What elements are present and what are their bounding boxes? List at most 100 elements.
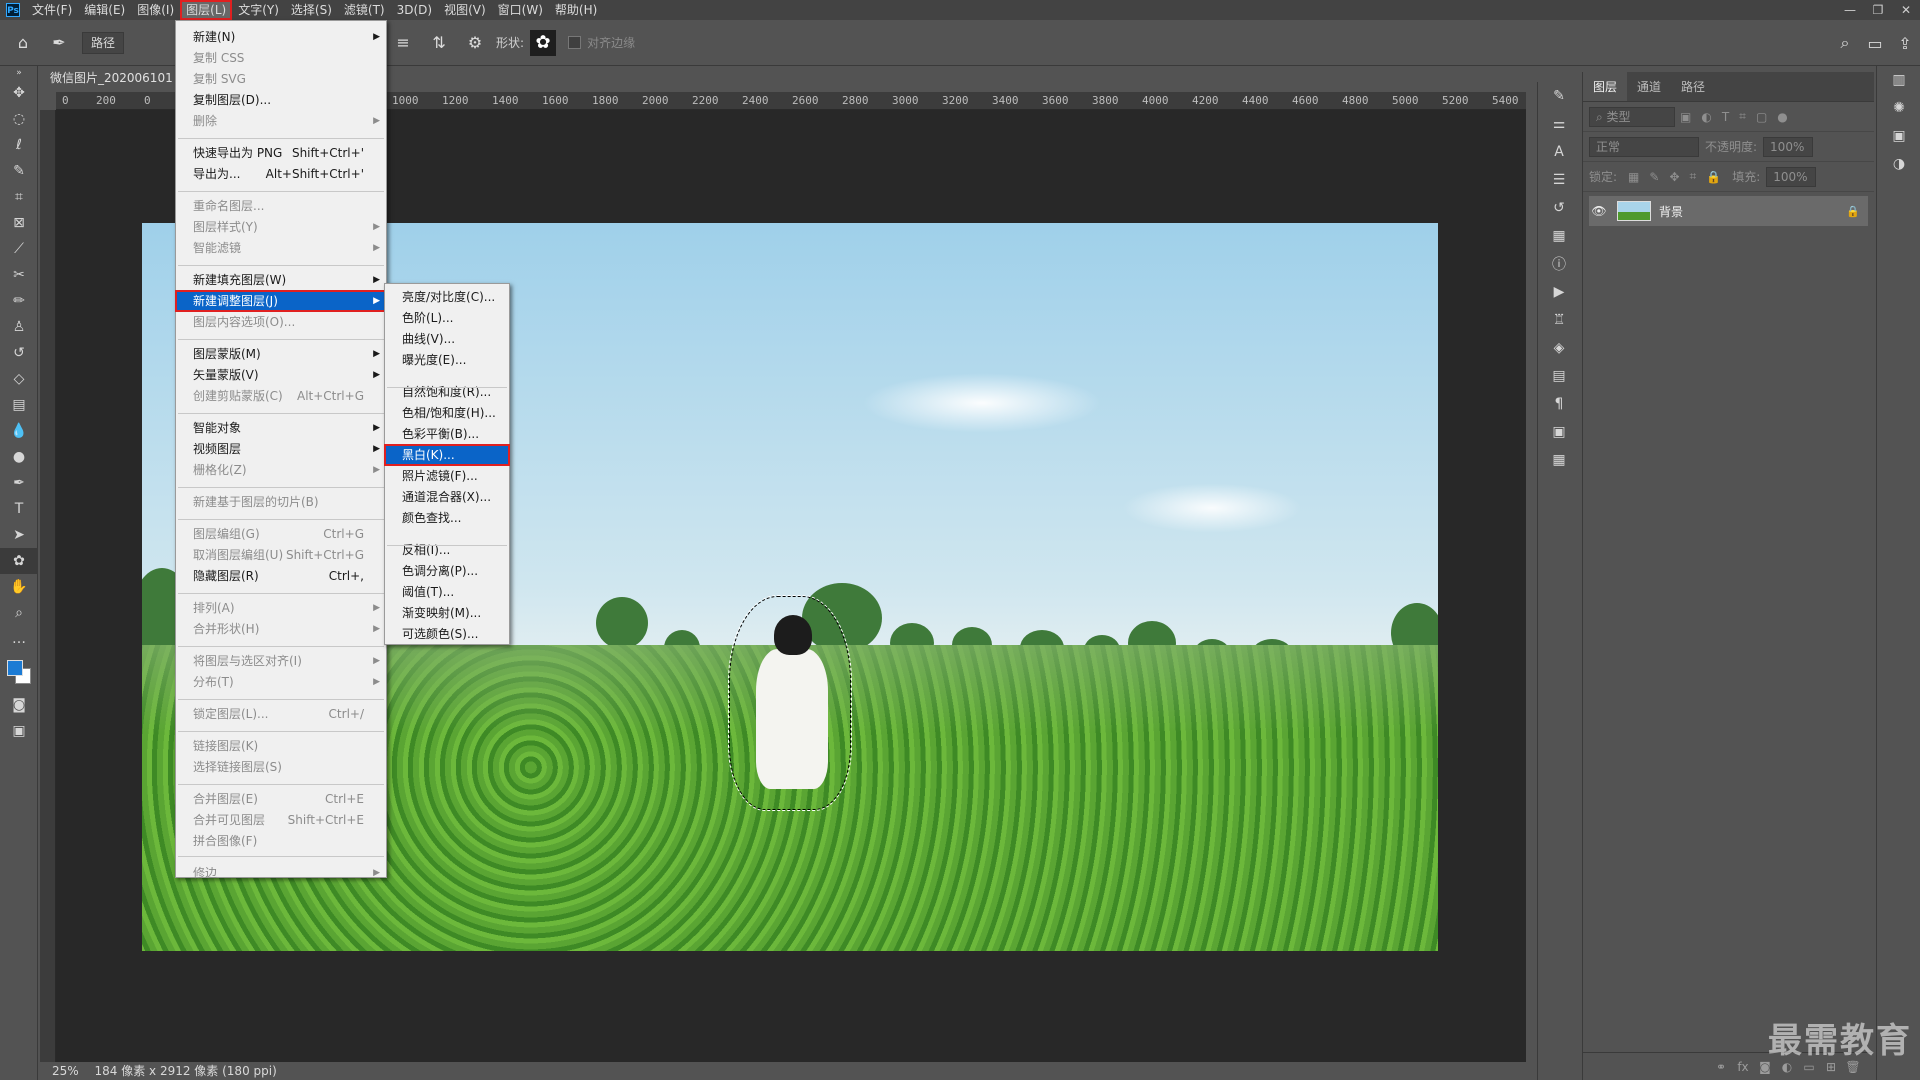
layer-menu-item[interactable]: 删除 ▶ (176, 111, 386, 131)
layer-menu-item[interactable]: 新建调整图层(J) ▶ (175, 290, 387, 312)
layer-menu-item[interactable]: 分布(T) ▶ (176, 672, 386, 692)
adjustment-menu-item[interactable]: 曝光度(E)... (385, 350, 509, 370)
layer-menu-item[interactable]: 排列(A) ▶ (176, 598, 386, 618)
layer-menu-item[interactable]: 智能滤镜 ▶ (176, 238, 386, 258)
gradient-tool-icon[interactable]: ▤ (0, 392, 38, 418)
pen-tool-preset-icon[interactable]: ✒ (46, 30, 72, 56)
menu-filter[interactable]: 滤镜(T) (338, 0, 391, 20)
layer-menu-item[interactable]: 图层编组(G) Ctrl+G (176, 524, 386, 544)
paragraph-icon[interactable]: ¶ (1538, 390, 1580, 418)
actions-icon[interactable]: ▶ (1538, 278, 1580, 306)
quick-mask-icon[interactable]: ◙ (0, 692, 38, 718)
layer-menu-item[interactable]: 取消图层编组(U) Shift+Ctrl+G (176, 545, 386, 565)
layer-menu-item[interactable]: 重命名图层... (176, 196, 386, 216)
menu-type[interactable]: 文字(Y) (232, 0, 285, 20)
adjustment-menu-item[interactable]: 亮度/对比度(C)... (385, 287, 509, 307)
menu-help[interactable]: 帮助(H) (549, 0, 603, 20)
path-alignment-icon[interactable]: ≡ (390, 30, 416, 56)
clone-source-icon[interactable]: ♖ (1538, 306, 1580, 334)
menu-view[interactable]: 视图(V) (438, 0, 492, 20)
layer-menu-item[interactable]: 创建剪贴蒙版(C) Alt+Ctrl+G (176, 386, 386, 406)
smart-object-filter-icon[interactable]: ▢ (1756, 110, 1767, 124)
close-button[interactable]: ✕ (1892, 0, 1920, 20)
info-icon[interactable]: ⓘ (1538, 250, 1580, 278)
lasso-tool-icon[interactable]: ℓ (0, 132, 38, 158)
layer-menu-item[interactable]: 复制 SVG (176, 69, 386, 89)
opacity-field[interactable]: 100% (1763, 136, 1814, 157)
lock-transparent-icon[interactable]: ▦ (1628, 170, 1639, 184)
move-tool-icon[interactable]: ✥ (0, 80, 38, 106)
learn-icon[interactable]: ▣ (1877, 122, 1920, 150)
adjustment-menu-item[interactable]: 颜色查找... (385, 508, 509, 528)
fx-icon[interactable]: fx (1732, 1060, 1754, 1074)
menu-3d[interactable]: 3D(D) (391, 0, 438, 20)
history-icon[interactable]: ↺ (1538, 194, 1580, 222)
blend-mode-select[interactable]: 正常 (1589, 136, 1699, 157)
brush-settings-icon[interactable]: ✎ (1538, 82, 1580, 110)
history-brush-tool-icon[interactable]: ↺ (0, 340, 38, 366)
layer-menu-item[interactable]: 新建基于图层的切片(B) (176, 492, 386, 512)
quick-select-tool-icon[interactable]: ✎ (0, 158, 38, 184)
zoom-tool-icon[interactable]: ⌕ (0, 600, 38, 626)
zoom-level[interactable]: 25% (52, 1064, 79, 1078)
layer-menu-item[interactable]: 智能对象 ▶ (176, 418, 386, 438)
fill-field[interactable]: 100% (1766, 166, 1817, 187)
adjustment-filter-icon[interactable]: ◐ (1701, 110, 1711, 124)
brush-tool-icon[interactable]: ✏ (0, 288, 38, 314)
adjustments-icon[interactable]: ⚌ (1538, 110, 1580, 138)
frame-tool-icon[interactable]: ⊠ (0, 210, 38, 236)
layer-menu-item[interactable]: 复制图层(D)... (176, 90, 386, 110)
notes-icon[interactable]: ▣ (1538, 418, 1580, 446)
adjustment-menu-item[interactable]: 黑白(K)... (384, 444, 510, 466)
hand-tool-icon[interactable]: ✋ (0, 574, 38, 600)
layer-filter-select[interactable]: ⌕ 类型 (1589, 106, 1675, 127)
menu-layer[interactable]: 图层(L) (180, 0, 233, 20)
character-icon[interactable]: A (1538, 138, 1580, 166)
layer-menu-item[interactable]: 将图层与选区对齐(I) ▶ (176, 651, 386, 671)
layer-menu-item[interactable]: 合并形状(H) ▶ (176, 619, 386, 639)
layer-menu-item[interactable]: 图层样式(Y) ▶ (176, 217, 386, 237)
layer-menu-item[interactable]: 新建(N) ▶ (176, 27, 386, 47)
pixel-filter-icon[interactable]: ▣ (1680, 110, 1691, 124)
adjustment-menu-item[interactable]: 自然饱和度(R)... (385, 382, 509, 402)
restore-button[interactable]: ❐ (1864, 0, 1892, 20)
shape-picker-icon[interactable]: ✿ (530, 29, 557, 56)
filter-toggle-icon[interactable]: ● (1777, 110, 1787, 124)
screen-mode-icon[interactable]: ▣ (0, 718, 38, 744)
eye-icon[interactable]: 👁 (1589, 204, 1609, 218)
3d-icon[interactable]: ◈ (1538, 334, 1580, 362)
adjustment-menu-item[interactable]: 反相(I)... (385, 540, 509, 560)
layer-menu-item[interactable]: 快速导出为 PNG Shift+Ctrl+' (176, 143, 386, 163)
path-selection-tool-icon[interactable]: ➤ (0, 522, 38, 548)
collapse-icon[interactable]: » (0, 66, 38, 80)
libraries-icon[interactable]: ▥ (1877, 66, 1920, 94)
table-icon[interactable]: ▤ (1538, 362, 1580, 390)
layer-menu-item[interactable]: 视频图层 ▶ (176, 439, 386, 459)
path-arrangement-icon[interactable]: ⇅ (426, 30, 452, 56)
workspace-icon[interactable]: ▭ (1860, 34, 1890, 53)
layer-menu-item[interactable]: 隐藏图层(R) Ctrl+, (176, 566, 386, 586)
layer-menu-item[interactable]: 锁定图层(L)... Ctrl+/ (176, 704, 386, 724)
eraser-tool-icon[interactable]: ◇ (0, 366, 38, 392)
layer-menu-item[interactable]: 栅格化(Z) ▶ (176, 460, 386, 480)
link-layers-icon[interactable]: ⚭ (1710, 1060, 1732, 1074)
eyedropper-tool-icon[interactable]: ⟋ (0, 236, 38, 262)
crop-tool-icon[interactable]: ⌗ (0, 184, 38, 210)
gear-icon[interactable]: ⚙ (462, 30, 488, 56)
adjustment-menu-item[interactable]: 色阶(L)... (385, 308, 509, 328)
share-icon[interactable]: ⇪ (1890, 34, 1920, 53)
healing-brush-tool-icon[interactable]: ✂ (0, 262, 38, 288)
type-filter-icon[interactable]: T (1722, 110, 1729, 124)
swatches-icon[interactable]: ▦ (1538, 222, 1580, 250)
layer-menu-item[interactable]: 新建填充图层(W) ▶ (176, 270, 386, 290)
document-tab[interactable]: 微信图片_202006101 (40, 66, 180, 90)
layer-menu-item[interactable]: 链接图层(K) (176, 736, 386, 756)
layer-menu-item[interactable]: 拼合图像(F) (176, 831, 386, 851)
pen-tool-icon[interactable]: ✒ (0, 470, 38, 496)
color-wheel-icon[interactable]: ✺ (1877, 94, 1920, 122)
dodge-tool-icon[interactable]: ● (0, 444, 38, 470)
lock-all-icon[interactable]: 🔒 (1706, 170, 1721, 184)
pen-mode-select[interactable]: 路径 (82, 31, 125, 54)
menu-select[interactable]: 选择(S) (285, 0, 338, 20)
adjustment-menu-item[interactable]: 色相/饱和度(H)... (385, 403, 509, 423)
